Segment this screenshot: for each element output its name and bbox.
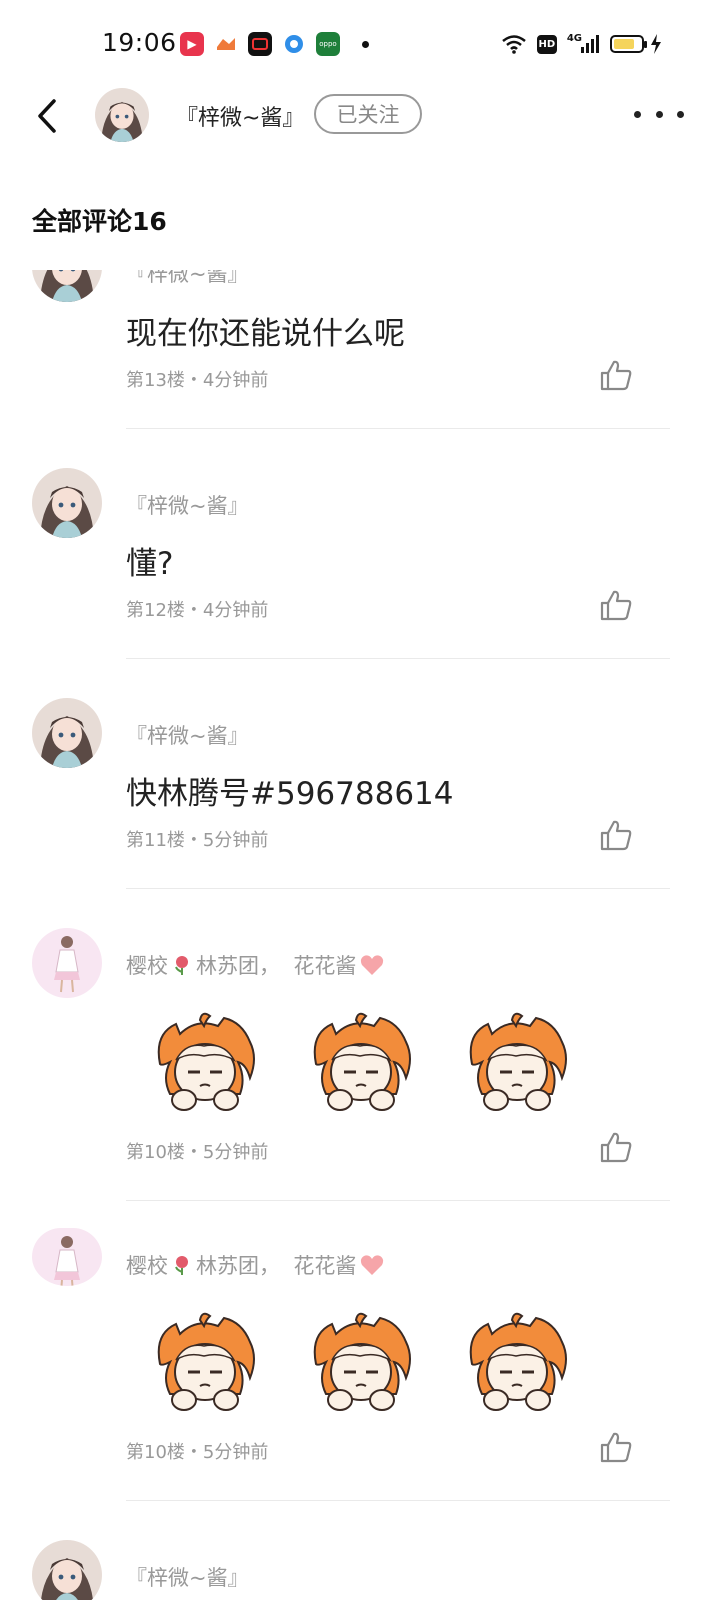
- like-icon[interactable]: [598, 588, 634, 622]
- record-app-icon: [248, 32, 272, 56]
- comment-text[interactable]: 现在你还能说什么呢: [126, 308, 405, 353]
- sticker-icon[interactable]: [458, 1312, 576, 1416]
- status-time: 19:06: [102, 28, 177, 57]
- sticker-icon[interactable]: [146, 1312, 264, 1416]
- rose-emoji-icon: [171, 1254, 193, 1276]
- status-app-icons: ▶ oppo: [180, 32, 369, 56]
- name-part: 樱校: [126, 954, 168, 978]
- divider: [126, 1200, 670, 1201]
- chevron-left-icon: [38, 99, 56, 133]
- sticker-icon[interactable]: [302, 1312, 420, 1416]
- comment-meta: 第10楼・5分钟前: [126, 1442, 269, 1463]
- comment-text[interactable]: 懂?: [126, 538, 173, 583]
- sticker-row: [146, 1312, 576, 1416]
- game-app-icon: [214, 32, 238, 56]
- name-part: 樱校: [126, 1254, 168, 1278]
- commenter-name[interactable]: 『梓微~酱』: [126, 1562, 249, 1592]
- like-icon[interactable]: [598, 818, 634, 852]
- following-button[interactable]: 已关注: [314, 94, 422, 134]
- charging-icon: [651, 34, 661, 54]
- heart-emoji-icon: [359, 1254, 385, 1276]
- header-username[interactable]: 『梓微~酱』: [176, 100, 304, 132]
- commenter-avatar[interactable]: [32, 270, 102, 302]
- commenter-avatar[interactable]: [32, 1228, 102, 1286]
- status-indicators: HD 4G: [501, 30, 662, 58]
- comments-title: 全部评论16: [32, 207, 167, 236]
- browser-app-icon: [282, 32, 306, 56]
- comment-meta: 第11楼・5分钟前: [126, 830, 269, 851]
- more-dot-icon: [655, 110, 663, 118]
- commenter-avatar[interactable]: [32, 1540, 102, 1600]
- oppo-app-icon: oppo: [316, 32, 340, 56]
- sticker-icon[interactable]: [146, 1012, 264, 1116]
- name-part: 花花酱: [293, 1254, 357, 1278]
- more-options-button[interactable]: [634, 102, 684, 126]
- hd-badge: HD: [536, 34, 557, 54]
- like-icon[interactable]: [598, 358, 634, 392]
- more-dot-icon: [634, 110, 641, 118]
- battery-icon: [610, 35, 647, 53]
- status-bar: 19:06 ▶ oppo HD 4G: [0, 0, 720, 88]
- header-avatar[interactable]: [95, 88, 149, 142]
- like-icon[interactable]: [598, 1130, 634, 1164]
- notification-dot: [362, 40, 369, 48]
- commenter-name[interactable]: 樱校 林苏团， 花花酱: [126, 1250, 388, 1280]
- heart-emoji-icon: [359, 954, 385, 976]
- divider: [126, 658, 670, 659]
- divider: [126, 1500, 670, 1501]
- sticker-row: [146, 1012, 576, 1116]
- back-button[interactable]: [30, 96, 64, 136]
- name-part: 花花酱: [293, 954, 357, 978]
- commenter-name[interactable]: 『梓微~酱』: [126, 490, 249, 520]
- divider: [126, 428, 670, 429]
- commenter-name[interactable]: 樱校 林苏团， 花花酱: [126, 950, 388, 980]
- signal-icon: [581, 35, 599, 53]
- video-app-icon: ▶: [180, 32, 204, 56]
- network-type: 4G: [566, 32, 582, 44]
- comment-meta: 第12楼・4分钟前: [126, 600, 269, 621]
- sticker-icon[interactable]: [458, 1012, 576, 1116]
- more-dot-icon: [677, 110, 684, 118]
- commenter-name[interactable]: 『梓微~酱』: [126, 270, 249, 288]
- comment-meta: 第13楼・4分钟前: [126, 370, 269, 391]
- commenter-avatar[interactable]: [32, 928, 102, 998]
- comment-text[interactable]: 快林腾号#596788614: [126, 768, 453, 813]
- comment-list[interactable]: 『梓微~酱』 现在你还能说什么呢 第13楼・4分钟前 『梓微~酱』 懂? 第12…: [0, 270, 720, 1600]
- comment-meta: 第10楼・5分钟前: [126, 1142, 269, 1163]
- rose-emoji-icon: [171, 954, 193, 976]
- commenter-name[interactable]: 『梓微~酱』: [126, 720, 249, 750]
- profile-header: 『梓微~酱』 已关注: [0, 88, 720, 144]
- commenter-avatar[interactable]: [32, 698, 102, 768]
- commenter-avatar[interactable]: [32, 468, 102, 538]
- like-icon[interactable]: [598, 1430, 634, 1464]
- sticker-icon[interactable]: [302, 1012, 420, 1116]
- divider: [126, 888, 670, 889]
- wifi-icon: [502, 35, 526, 54]
- name-part: 林苏团，: [196, 1254, 280, 1278]
- name-part: 林苏团，: [196, 954, 280, 978]
